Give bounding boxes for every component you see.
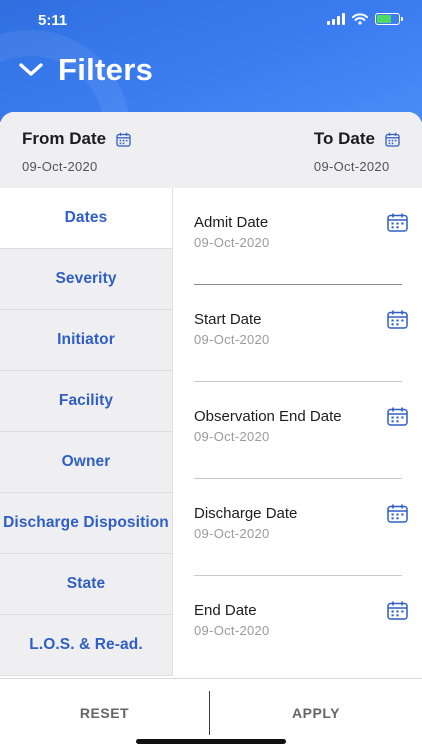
sidebar-item-discharge-disposition[interactable]: Discharge Disposition <box>0 493 172 554</box>
calendar-icon[interactable] <box>385 132 400 147</box>
sidebar-item-state[interactable]: State <box>0 554 172 615</box>
from-date-value: 09-Oct-2020 <box>22 159 98 174</box>
title-row: Filters <box>18 52 153 88</box>
to-date-block[interactable]: To Date 09-Oct-2020 <box>314 129 400 174</box>
field-label: Start Date <box>194 311 262 328</box>
sidebar-item-severity[interactable]: Severity <box>0 249 172 310</box>
field-label: Admit Date <box>194 214 269 231</box>
calendar-icon[interactable] <box>387 213 408 232</box>
calendar-icon[interactable] <box>387 407 408 426</box>
status-time: 5:11 <box>38 12 68 29</box>
from-date-heading: From Date <box>22 129 131 149</box>
date-range-summary: From Date 09-Oct-2020 To Date 09-Oct-202… <box>0 112 422 188</box>
field-value: 09-Oct-2020 <box>194 429 270 444</box>
status-bar: 5:11 <box>0 0 422 44</box>
date-field-start[interactable]: Start Date 09-Oct-2020 <box>194 285 408 382</box>
calendar-icon[interactable] <box>116 132 131 147</box>
field-value: 09-Oct-2020 <box>194 235 270 250</box>
date-field-end[interactable]: End Date 09-Oct-2020 <box>194 576 408 673</box>
to-date-label: To Date <box>313 129 375 148</box>
calendar-icon[interactable] <box>387 310 408 329</box>
sidebar-item-facility[interactable]: Facility <box>0 371 172 432</box>
apply-button[interactable]: APPLY <box>210 679 422 747</box>
home-indicator[interactable] <box>136 739 286 744</box>
to-date-heading: To Date <box>314 129 400 149</box>
to-date-value: 09-Oct-2020 <box>313 159 390 174</box>
date-field-observation-end[interactable]: Observation End Date 09-Oct-2020 <box>194 382 408 479</box>
sidebar-item-owner[interactable]: Owner <box>0 432 172 493</box>
sidebar-item-los-readmission[interactable]: L.O.S. & Re-ad. <box>0 615 172 676</box>
from-date-block[interactable]: From Date 09-Oct-2020 <box>22 129 131 174</box>
sidebar-item-initiator[interactable]: Initiator <box>0 310 172 371</box>
sidebar-item-dates[interactable]: Dates <box>0 188 172 249</box>
from-date-label: From Date <box>22 129 107 148</box>
field-label: Observation End Date <box>194 408 342 425</box>
status-icons <box>327 13 403 25</box>
calendar-icon[interactable] <box>387 504 408 523</box>
date-field-discharge[interactable]: Discharge Date 09-Oct-2020 <box>194 479 408 576</box>
wifi-icon <box>352 13 368 25</box>
calendar-icon[interactable] <box>387 601 408 620</box>
header: 5:11 Filters <box>0 0 422 122</box>
date-fields-list: Admit Date 09-Oct-2020 Start Date 09-Oct… <box>194 188 408 673</box>
field-value: 09-Oct-2020 <box>194 623 270 638</box>
battery-icon <box>375 13 403 25</box>
field-value: 09-Oct-2020 <box>194 332 270 347</box>
page-title: Filters <box>58 52 154 87</box>
filter-category-sidebar: Dates Severity Initiator Facility Owner … <box>0 188 173 676</box>
date-field-admit[interactable]: Admit Date 09-Oct-2020 <box>194 188 408 285</box>
signal-icon <box>327 13 345 25</box>
filter-sheet: From Date 09-Oct-2020 To Date 09-Oct-202… <box>0 112 422 750</box>
field-value: 09-Oct-2020 <box>194 526 270 541</box>
field-label: Discharge Date <box>194 505 298 522</box>
field-label: End Date <box>194 602 257 619</box>
chevron-down-icon[interactable] <box>18 62 44 78</box>
reset-button[interactable]: RESET <box>0 679 209 747</box>
